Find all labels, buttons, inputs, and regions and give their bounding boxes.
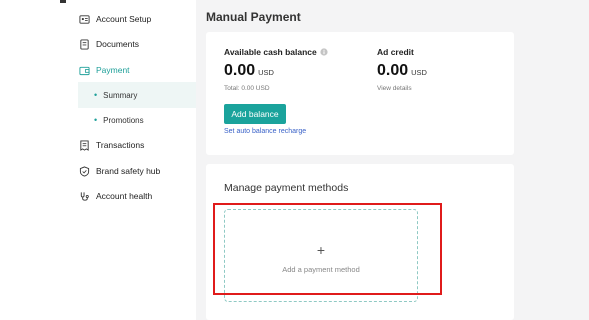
sidebar-item-label: Account Setup [96, 14, 152, 24]
sidebar-item-label: Account health [96, 191, 153, 201]
id-card-icon [78, 13, 90, 25]
document-icon [78, 38, 90, 50]
payment-methods-card: Manage payment methods + Add a payment m… [206, 164, 514, 320]
info-icon[interactable] [320, 48, 328, 56]
sidebar-item-label: Promotions [103, 115, 144, 125]
sidebar-item-label: Payment [96, 65, 130, 75]
view-details-link[interactable]: View details [377, 85, 412, 92]
total-balance-text: Total: 0.00 USD [224, 85, 270, 92]
page-title: Manual Payment [206, 10, 301, 24]
sidebar-item-account-health[interactable]: Account health [78, 183, 196, 209]
bullet-dot: • [94, 115, 98, 125]
sidebar: Account Setup Documents Payment • Summar… [0, 0, 196, 320]
shield-icon [78, 165, 90, 177]
sidebar-item-label: Transactions [96, 140, 145, 150]
sidebar-item-documents[interactable]: Documents [78, 31, 196, 57]
top-edge-mark [60, 0, 66, 3]
available-balance-currency: USD [258, 68, 274, 77]
sidebar-item-transactions[interactable]: Transactions [78, 132, 196, 158]
sidebar-item-account-setup[interactable]: Account Setup [78, 6, 196, 32]
ad-credit-label: Ad credit [377, 47, 414, 57]
ad-credit-amount: 0.00 USD [377, 62, 427, 80]
available-balance-value: 0.00 [224, 62, 256, 79]
available-balance-label: Available cash balance [224, 47, 328, 57]
stethoscope-icon [78, 190, 90, 202]
sidebar-item-payment[interactable]: Payment [78, 57, 196, 83]
plus-icon: + [316, 242, 326, 258]
ad-credit-value: 0.00 [377, 62, 409, 79]
sidebar-subitem-promotions[interactable]: • Promotions [78, 107, 196, 133]
sidebar-item-label: Brand safety hub [96, 166, 161, 176]
add-payment-method-label: Add a payment method [282, 265, 360, 274]
available-balance-amount: 0.00 USD [224, 62, 274, 80]
main-content: Manual Payment Available cash balance 0.… [196, 0, 589, 320]
payment-methods-title: Manage payment methods [224, 182, 349, 194]
ad-credit-currency: USD [411, 68, 427, 77]
add-payment-method-button[interactable]: + Add a payment method [224, 209, 418, 302]
bullet-dot: • [94, 90, 98, 100]
receipt-icon [78, 139, 90, 151]
sidebar-item-brand-safety-hub[interactable]: Brand safety hub [78, 158, 196, 184]
balance-card: Available cash balance 0.00 USD Total: 0.… [206, 32, 514, 155]
sidebar-item-label: Summary [103, 90, 138, 100]
auto-balance-recharge-link[interactable]: Set auto balance recharge [224, 128, 306, 135]
add-balance-button[interactable]: Add balance [224, 104, 286, 124]
sidebar-subitem-summary[interactable]: • Summary [78, 82, 196, 108]
wallet-icon [78, 64, 90, 76]
available-balance-label-text: Available cash balance [224, 47, 317, 57]
sidebar-item-label: Documents [96, 39, 139, 49]
